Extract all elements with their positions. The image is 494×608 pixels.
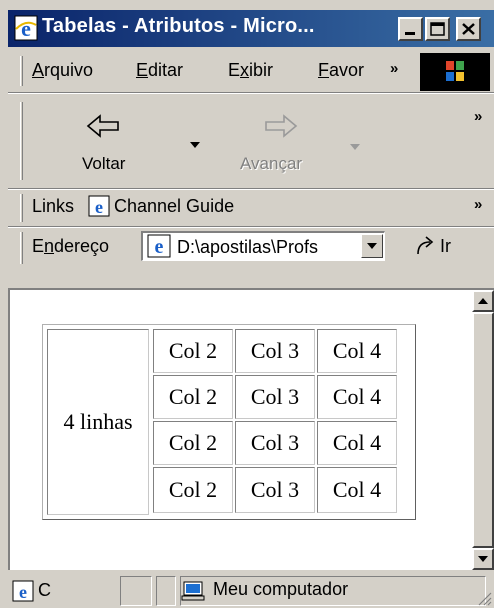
toolbar-grip[interactable] — [20, 102, 23, 180]
table-cell: Col 2 — [153, 375, 233, 419]
status-pane — [156, 576, 176, 606]
scroll-up-icon — [478, 298, 488, 304]
svg-text:e: e — [19, 582, 27, 602]
links-grip[interactable] — [20, 194, 23, 222]
go-button[interactable]: Ir — [414, 232, 484, 262]
channel-guide-link[interactable]: e Channel Guide — [88, 192, 308, 222]
table-cell: Col 4 — [317, 375, 397, 419]
menu-grip[interactable] — [20, 56, 23, 86]
menu-chevron[interactable]: » — [390, 60, 398, 77]
table-cell: Col 4 — [317, 421, 397, 465]
computer-icon — [181, 581, 205, 601]
status-bar: e C Meu computador — [8, 570, 494, 608]
menu-arquivo[interactable]: Arquivo — [32, 60, 93, 81]
address-grip[interactable] — [20, 232, 23, 264]
close-button[interactable] — [456, 17, 481, 41]
forward-arrow-icon — [265, 114, 298, 138]
back-arrow-icon — [86, 114, 119, 138]
table-cell: Col 2 — [153, 329, 233, 373]
window-title: Tabelas - Atributos - Micro... — [42, 15, 315, 37]
title-bar[interactable]: e Tabelas - Atributos - Micro... — [8, 10, 494, 47]
table-cell: Col 4 — [317, 467, 397, 513]
scroll-thumb[interactable] — [472, 312, 494, 548]
forward-button[interactable]: Avançar — [230, 98, 350, 184]
svg-text:e: e — [21, 16, 31, 41]
chevron-down-icon — [367, 243, 377, 249]
windows-flag-icon — [446, 61, 464, 81]
back-dropdown-icon[interactable] — [188, 140, 202, 150]
vertical-scrollbar[interactable] — [472, 290, 494, 570]
minimize-icon — [405, 32, 415, 35]
links-chevron[interactable]: » — [474, 196, 482, 213]
menu-favoritos[interactable]: Favor — [318, 60, 364, 81]
zone-pane: Meu computador — [180, 576, 486, 606]
ie-page-icon: e — [12, 580, 34, 602]
address-field[interactable]: e D:\apostilas\Profs — [141, 231, 385, 261]
back-label: Voltar — [82, 154, 126, 173]
minimize-button[interactable] — [398, 17, 423, 41]
zone-label: Meu computador — [213, 579, 349, 599]
links-label[interactable]: Links — [32, 196, 74, 217]
table: 4 linhas Col 2 Col 3 Col 4 Col 2 Col 3 C… — [42, 324, 416, 520]
address-value: D:\apostilas\Profs — [177, 237, 319, 257]
rowspan-cell: 4 linhas — [47, 329, 149, 515]
table-cell: Col 2 — [153, 421, 233, 465]
table-cell: Col 3 — [235, 467, 315, 513]
ie-page-icon: e — [147, 234, 171, 258]
go-arrow-icon — [417, 236, 434, 255]
ie-logo-icon: e — [14, 15, 38, 41]
menu-exibir[interactable]: Exibir — [228, 60, 273, 81]
resize-grip-icon[interactable] — [476, 590, 492, 606]
table-cell: Col 4 — [317, 329, 397, 373]
table-cell: Col 2 — [153, 467, 233, 513]
scroll-down-icon — [478, 556, 488, 562]
maximize-icon — [430, 22, 445, 36]
menu-editar[interactable]: Editar — [136, 60, 183, 81]
scroll-down-button[interactable] — [472, 548, 494, 570]
status-pane — [120, 576, 152, 606]
svg-text:e: e — [95, 197, 103, 217]
address-dropdown-button[interactable] — [361, 234, 383, 258]
links-bar: Links e Channel Guide » — [8, 190, 494, 226]
go-label: Ir — [440, 236, 451, 256]
svg-text:e: e — [155, 236, 164, 258]
page-content[interactable]: 4 linhas Col 2 Col 3 Col 4 Col 2 Col 3 C… — [8, 288, 494, 570]
close-icon — [462, 23, 475, 35]
maximize-button[interactable] — [425, 17, 450, 41]
status-text: C — [38, 580, 51, 600]
ie-page-icon: e — [88, 195, 110, 217]
menu-bar: Arquivo Editar Exibir Favor » — [8, 50, 494, 92]
browser-window: e Tabelas - Atributos - Micro... Arquivo… — [0, 0, 494, 608]
table-cell: Col 3 — [235, 421, 315, 465]
windows-logo — [420, 53, 490, 91]
back-button[interactable]: Voltar — [68, 98, 188, 184]
address-label: Endereço — [32, 236, 110, 256]
forward-dropdown-icon[interactable] — [348, 142, 362, 152]
forward-label: Avançar — [240, 154, 303, 173]
table-cell: Col 3 — [235, 329, 315, 373]
channel-guide-label: Channel Guide — [114, 196, 235, 216]
toolbar-chevron[interactable]: » — [474, 108, 482, 125]
scroll-up-button[interactable] — [472, 290, 494, 312]
table-cell: Col 3 — [235, 375, 315, 419]
standard-toolbar: Voltar Avançar » — [8, 94, 494, 188]
